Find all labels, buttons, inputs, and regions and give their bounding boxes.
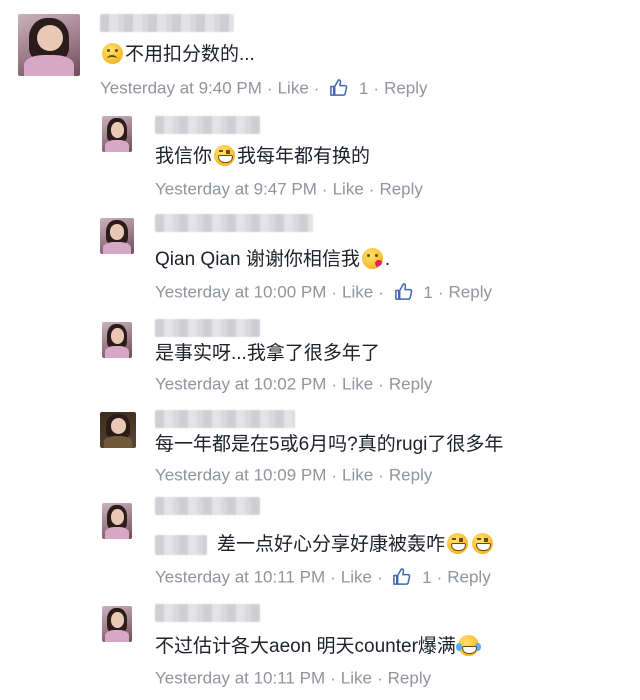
- comment-meta: Yesterday at 10:09 PM · Like · Reply: [155, 465, 433, 485]
- grinning-emoji-icon: [472, 533, 494, 554]
- like-button[interactable]: Like: [342, 283, 373, 302]
- comment-meta: Yesterday at 9:40 PM · Like · 1 · Reply: [100, 78, 428, 98]
- comment-meta: Yesterday at 10:11 PM · Like · Reply: [155, 668, 432, 688]
- commenter-name-redacted: [155, 497, 260, 515]
- avatar[interactable]: [100, 218, 134, 254]
- kiss-emoji-icon: [361, 248, 383, 269]
- like-thumb-icon[interactable]: [389, 283, 417, 302]
- avatar[interactable]: [102, 503, 132, 539]
- comment-text: 不过估计各大aeon 明天counter爆满: [155, 634, 481, 660]
- like-count: 1: [423, 282, 433, 302]
- timestamp-link[interactable]: Yesterday at 9:47 PM: [155, 180, 317, 199]
- grinning-emoji-icon: [447, 533, 469, 554]
- comment-text: 是事实呀...我拿了很多年了: [155, 343, 380, 364]
- commenter-name-redacted: [155, 214, 313, 232]
- mentioned-name-redacted[interactable]: [155, 534, 207, 555]
- avatar[interactable]: [102, 606, 132, 642]
- comment-text: 不用扣分数的...: [100, 42, 255, 68]
- comment-meta: Yesterday at 10:11 PM · Like · 1 · Reply: [155, 567, 491, 587]
- timestamp-link[interactable]: Yesterday at 9:40 PM: [100, 79, 262, 98]
- commenter-name-redacted: [155, 604, 260, 622]
- tears-of-joy-emoji-icon: [455, 635, 479, 656]
- reply-button[interactable]: Reply: [384, 79, 427, 98]
- timestamp-link[interactable]: Yesterday at 10:09 PM: [155, 466, 326, 485]
- like-button[interactable]: Like: [341, 568, 372, 587]
- commenter-name-redacted: [155, 116, 260, 134]
- disappointed-emoji-icon: [102, 43, 123, 64]
- timestamp-link[interactable]: Yesterday at 10:11 PM: [155, 568, 325, 587]
- comment-text: 差一点好心分享好康被轰咋: [155, 532, 495, 558]
- avatar[interactable]: [102, 116, 132, 152]
- avatar[interactable]: [100, 412, 136, 448]
- comment-meta: Yesterday at 9:47 PM · Like · Reply: [155, 179, 423, 199]
- comment-meta: Yesterday at 10:02 PM · Like · Reply: [155, 374, 433, 394]
- commenter-name-redacted: [155, 410, 295, 428]
- grinning-squinting-emoji-icon: [214, 145, 236, 166]
- reply-button[interactable]: Reply: [389, 466, 432, 485]
- timestamp-link[interactable]: Yesterday at 10:00 PM: [155, 283, 326, 302]
- like-button[interactable]: Like: [278, 79, 309, 98]
- avatar[interactable]: [102, 322, 132, 358]
- commenter-name-redacted: [100, 14, 234, 32]
- timestamp-link[interactable]: Yesterday at 10:02 PM: [155, 375, 326, 394]
- like-count: 1: [422, 567, 432, 587]
- reply-button[interactable]: Reply: [449, 283, 492, 302]
- reply-button[interactable]: Reply: [379, 180, 422, 199]
- avatar[interactable]: [18, 14, 80, 76]
- reply-button[interactable]: Reply: [447, 568, 490, 587]
- reply-button[interactable]: Reply: [389, 375, 432, 394]
- comment-text: 我信你 我每年都有换的: [155, 145, 371, 167]
- like-thumb-icon[interactable]: [388, 568, 416, 587]
- like-button[interactable]: Like: [341, 669, 372, 688]
- comment-meta: Yesterday at 10:00 PM · Like · 1 · Reply: [155, 282, 492, 302]
- like-button[interactable]: Like: [333, 180, 364, 199]
- timestamp-link[interactable]: Yesterday at 10:11 PM: [155, 669, 325, 688]
- reply-button[interactable]: Reply: [388, 669, 431, 688]
- like-button[interactable]: Like: [342, 466, 373, 485]
- like-button[interactable]: Like: [342, 375, 373, 394]
- comment-text: 每一年都是在5或6月吗?真的rugi了很多年: [155, 434, 504, 455]
- like-thumb-icon[interactable]: [324, 79, 352, 98]
- comment-text: Qian Qian 谢谢你相信我.: [155, 248, 391, 270]
- like-count: 1: [358, 78, 369, 98]
- commenter-name-redacted: [155, 319, 260, 337]
